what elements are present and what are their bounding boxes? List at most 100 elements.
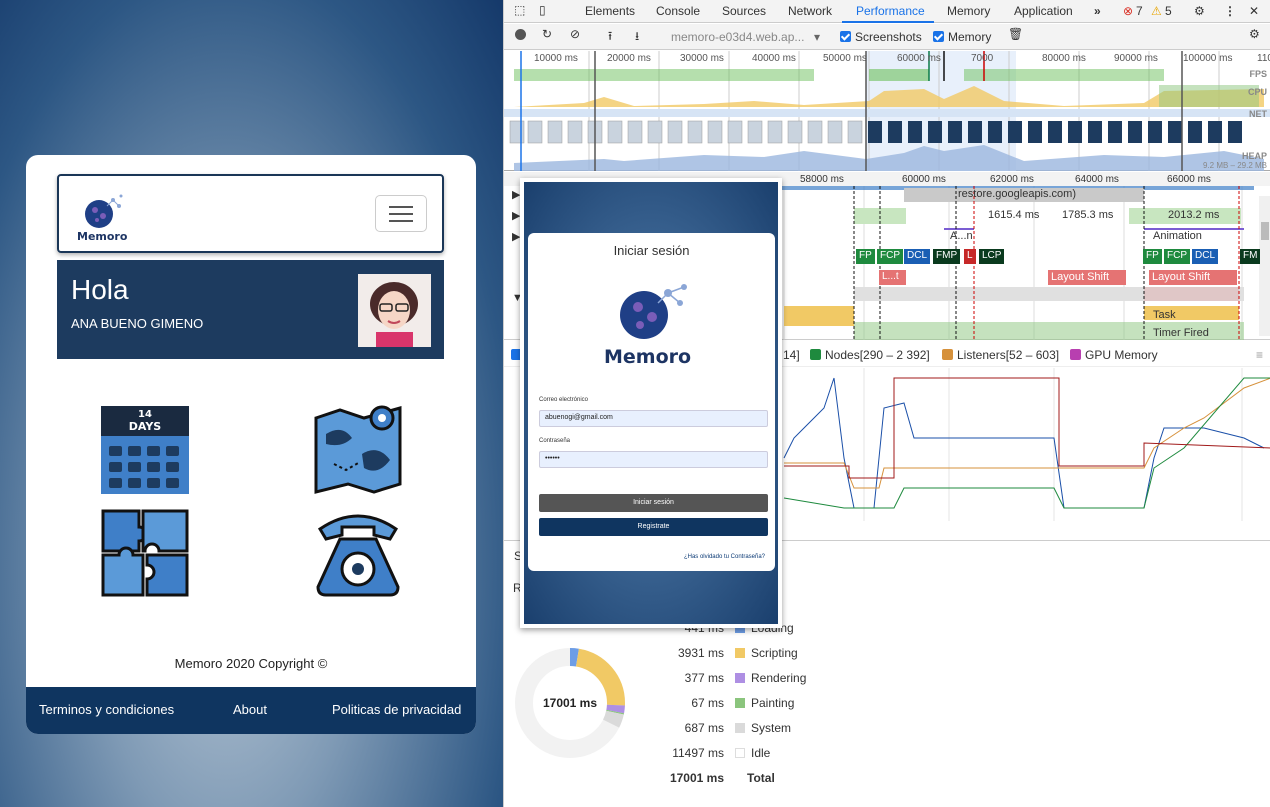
memory-checkbox[interactable]: Memory — [933, 30, 991, 44]
active-tab-indicator — [842, 21, 934, 23]
timing-fcp[interactable]: FCP — [877, 249, 903, 264]
register-button[interactable]: Registrate — [539, 518, 768, 536]
flame-tick: 60000 ms — [902, 174, 946, 185]
network-request[interactable]: restore.googleapis.com) — [958, 188, 1076, 200]
flame-tick: 58000 ms — [800, 174, 844, 185]
timing-fmp[interactable]: FMP — [933, 249, 961, 264]
password-field[interactable]: •••••• — [539, 451, 768, 468]
tab-console[interactable]: Console — [656, 4, 700, 18]
summary-row-total: 17001 ms Total — [664, 771, 864, 787]
timing-l[interactable]: L — [964, 249, 976, 264]
record-icon[interactable] — [515, 29, 526, 40]
summary-row-system: 687 ms System — [664, 721, 864, 737]
gpu-counter[interactable]: GPU Memory — [1070, 348, 1158, 362]
summary-value: 11497 ms — [672, 746, 724, 760]
nodes-counter[interactable]: Nodes[290 – 2 392] — [810, 348, 930, 362]
device-toolbar-icon[interactable]: ▯ — [539, 3, 546, 17]
interaction[interactable]: Animation — [1153, 230, 1202, 242]
main-event[interactable]: Timer Fired — [1153, 327, 1209, 339]
interaction[interactable]: A...n — [950, 230, 973, 242]
flame-tick: 66000 ms — [1167, 174, 1211, 185]
app-card: Memoro Hola ANA BUENO GIMENO 14 DAYS Mem… — [26, 155, 476, 734]
footer-link-terms[interactable]: Terminos y condiciones — [39, 702, 174, 717]
capture-settings-icon[interactable]: ⚙ — [1249, 27, 1260, 41]
layout-shift[interactable]: Layout Shift — [1048, 270, 1126, 285]
footer-link-privacy[interactable]: Politicas de privacidad — [332, 702, 461, 717]
welcome-banner: Hola ANA BUENO GIMENO — [57, 260, 444, 359]
chevron-down-icon[interactable]: ▾ — [814, 30, 820, 44]
gear-icon[interactable]: ⚙ — [1194, 4, 1205, 18]
email-field[interactable]: abuenogi@gmail.com — [539, 410, 768, 427]
tab-network[interactable]: Network — [788, 4, 832, 18]
reload-record-icon[interactable]: ↻ — [542, 27, 552, 41]
footer-link-about[interactable]: About — [233, 702, 267, 717]
timing-dcl[interactable]: DCL — [904, 249, 931, 264]
logo-text: Memoro — [77, 230, 128, 243]
main-event[interactable]: Task — [1153, 309, 1176, 321]
layout-shift[interactable]: L...t — [879, 270, 906, 285]
layout-shift[interactable]: Layout Shift — [1149, 270, 1237, 285]
frame-duration[interactable]: 1785.3 ms — [1062, 209, 1113, 221]
warning-count[interactable]: 5 — [1165, 4, 1172, 18]
warning-icon[interactable]: ⚠ — [1151, 4, 1162, 18]
upload-profile-icon[interactable]: ⭱ — [608, 27, 612, 48]
overview-tick: 110 — [1257, 53, 1270, 64]
timing-fcp[interactable]: FCP — [1164, 249, 1190, 264]
screenshots-checkbox[interactable]: Screenshots — [840, 30, 922, 44]
forgot-password-link[interactable]: ¿Has olvidado tu Contraseña? — [684, 554, 765, 560]
timing-dcl[interactable]: DCL — [1192, 249, 1219, 264]
password-label: Contraseña — [539, 438, 571, 444]
timing-fp[interactable]: FP — [1143, 249, 1162, 264]
avatar[interactable] — [358, 274, 431, 347]
timing-lcp[interactable]: LCP — [979, 249, 1005, 264]
frame-duration[interactable]: 2013.2 ms — [1168, 209, 1219, 221]
listeners-counter[interactable]: Listeners[52 – 603] — [942, 348, 1059, 362]
kebab-menu-icon[interactable]: ⋮ — [1224, 4, 1236, 18]
error-count[interactable]: 7 — [1136, 4, 1143, 18]
trash-icon[interactable]: 🗑 — [1008, 27, 1023, 41]
telephone-icon[interactable] — [312, 507, 404, 599]
summary-label: System — [751, 721, 792, 735]
cpu-label: CPU — [1247, 87, 1267, 97]
tab-elements[interactable]: Elements — [585, 4, 635, 18]
overview-tick: 7000 — [971, 53, 994, 64]
login-button[interactable]: Iniciar sesión — [539, 494, 768, 512]
memoro-logo[interactable]: Memoro — [75, 188, 135, 244]
calendar-14-days-icon[interactable]: 14 DAYS — [99, 404, 191, 496]
heap-label: HEAP — [1241, 151, 1267, 161]
tab-performance[interactable]: Performance — [856, 4, 925, 18]
nodes-label: Nodes[290 – 2 392] — [825, 348, 930, 362]
puzzle-icon[interactable] — [99, 507, 191, 599]
overview-tick: 30000 ms — [680, 53, 724, 64]
error-icon[interactable]: ⊗ — [1123, 4, 1133, 18]
devtools-tabbar: ⬚ ▯ Elements Console Sources Network Per… — [504, 0, 1270, 23]
overview-tick: 10000 ms — [534, 53, 578, 64]
footer: Terminos y condiciones About Politicas d… — [26, 687, 476, 734]
drag-handle-icon[interactable]: ≡ — [1256, 348, 1263, 362]
timing-fm[interactable]: FM — [1240, 249, 1261, 264]
timeline-overview[interactable]: 10000 ms 20000 ms 30000 ms 40000 ms 5000… — [504, 51, 1270, 171]
more-tabs-button[interactable]: » — [1094, 4, 1101, 18]
map-icon[interactable] — [312, 404, 404, 496]
summary-value: 17001 ms — [669, 771, 724, 785]
tab-application[interactable]: Application — [1014, 4, 1073, 18]
hamburger-menu-button[interactable] — [375, 195, 427, 232]
summary-value: 687 ms — [684, 721, 724, 735]
close-icon[interactable]: ✕ — [1249, 4, 1259, 18]
inspect-element-icon[interactable]: ⬚ — [514, 3, 525, 17]
frame-duration[interactable]: 1615.4 ms — [988, 209, 1039, 221]
summary-row-scripting: 3931 ms Scripting — [664, 646, 864, 662]
flame-tick: 62000 ms — [990, 174, 1034, 185]
tab-sources[interactable]: Sources — [722, 4, 766, 18]
user-name: ANA BUENO GIMENO — [71, 316, 204, 331]
summary-row-rendering: 377 ms Rendering — [664, 671, 864, 687]
copyright: Memoro 2020 Copyright © — [174, 656, 328, 671]
overview-tick: 40000 ms — [752, 53, 796, 64]
timing-fp[interactable]: FP — [856, 249, 875, 264]
tab-memory[interactable]: Memory — [947, 4, 990, 18]
profile-select[interactable]: memoro-e03d4.web.ap... — [671, 30, 804, 44]
greeting: Hola — [71, 274, 129, 305]
download-profile-icon[interactable]: ⭳ — [635, 27, 639, 48]
donut-total: 17001 ms — [543, 696, 597, 710]
clear-icon[interactable]: ⊘ — [570, 27, 580, 41]
